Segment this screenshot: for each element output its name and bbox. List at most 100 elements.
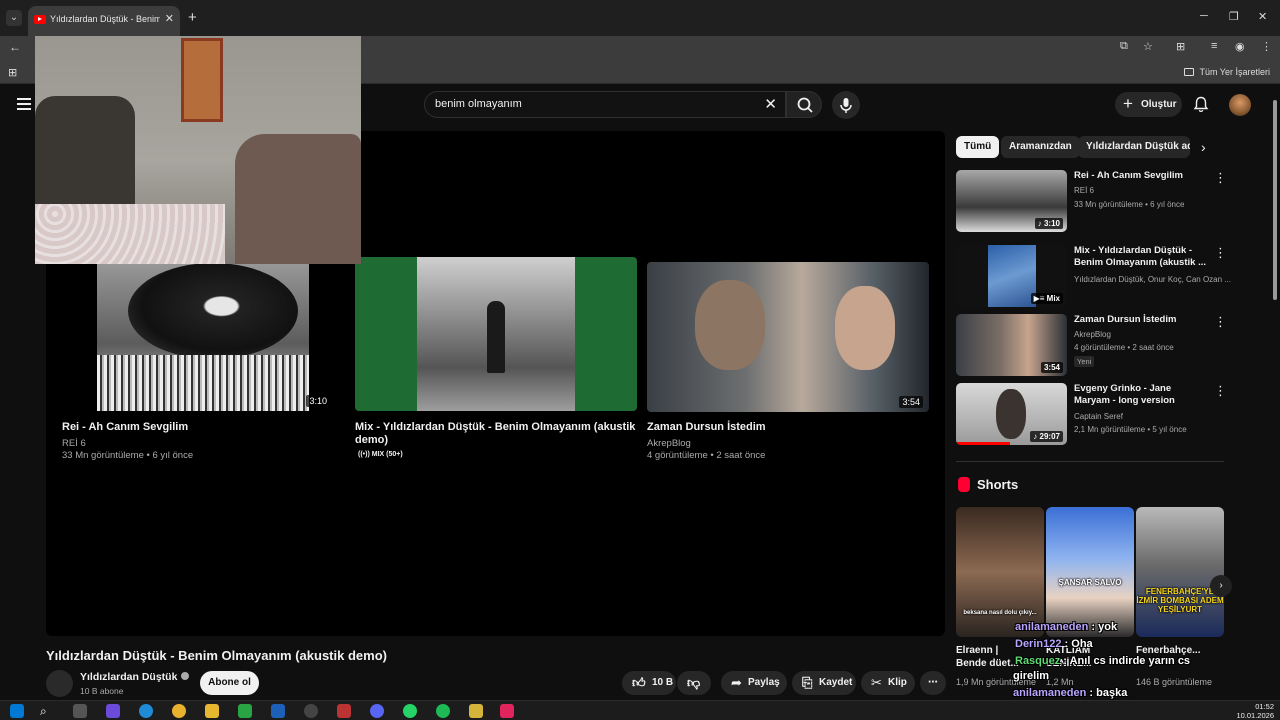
duration-badge: 3:54 <box>899 396 923 408</box>
mix-side-panel <box>575 257 637 411</box>
chip-from-search[interactable]: Aramanızdan <box>1001 136 1080 158</box>
folder-icon <box>1184 68 1195 76</box>
more-options-icon[interactable]: ⋮ <box>1214 245 1227 261</box>
more-options-icon[interactable]: ⋮ <box>1214 170 1227 186</box>
create-button[interactable]: + Oluştur <box>1115 92 1182 117</box>
spotify-icon[interactable] <box>436 704 450 718</box>
steam-icon[interactable] <box>304 704 318 718</box>
mic-icon <box>840 98 852 113</box>
edge-icon[interactable] <box>139 704 153 718</box>
rec-channel: Yıldızlardan Düştük, Onur Koç, Can Ozan … <box>1074 275 1231 284</box>
voice-search-button[interactable] <box>832 91 860 119</box>
endscreen-title[interactable]: Zaman Dursun İstedim <box>647 421 929 434</box>
channel-name[interactable]: Yıldızlardan Düştük <box>80 671 190 683</box>
file-explorer-icon[interactable] <box>205 704 219 718</box>
taskbar: ⌕ 01:52 10.01.2026 <box>0 700 1280 720</box>
app-icon[interactable] <box>337 704 351 718</box>
duration-badge: 3:54 <box>1040 362 1063 373</box>
rec-meta: 4 görüntüleme • 2 saat önce <box>1074 343 1174 352</box>
tab-search-menu-icon[interactable]: ⌄ <box>6 10 22 26</box>
chrome-menu-icon[interactable]: ⋮ <box>1261 40 1272 53</box>
actress-face-image <box>835 286 895 370</box>
tab-close-icon[interactable]: ✕ <box>165 12 174 25</box>
profile-icon[interactable]: ◉ <box>1235 40 1245 53</box>
endscreen-card[interactable]: 3:54 <box>647 262 929 412</box>
shorts-icon <box>958 477 970 492</box>
dislike-button[interactable]: 👎︎ <box>677 671 711 695</box>
endscreen-mix-card[interactable] <box>355 257 637 411</box>
share-button[interactable]: ➦ Paylaş <box>721 671 787 695</box>
minimize-icon[interactable]: ─ <box>1200 10 1208 22</box>
save-icon: ⎘ <box>802 675 813 690</box>
duration-badge: ▶≡ Mix <box>1030 293 1063 304</box>
short-views: 146 B görüntüleme <box>1136 677 1213 687</box>
save-button[interactable]: ⎘ Kaydet <box>792 671 856 695</box>
duration-badge: ♪ 29:07 <box>1030 431 1063 442</box>
endscreen-title[interactable]: Mix - Yıldızlardan Düştük - Benim Olmaya… <box>355 421 637 447</box>
browser-tab[interactable]: Yıldızlardan Düştük - Benim Ol... ✕ <box>28 6 180 36</box>
search-button[interactable] <box>786 91 822 118</box>
chevron-right-icon[interactable]: › <box>1201 139 1206 155</box>
extensions-icon[interactable]: ⊞ <box>1176 40 1185 53</box>
short-card[interactable]: FENERBAHÇE'YE İZMİR BOMBASI ADEM YEŞİLYU… <box>1136 507 1224 637</box>
video-title: Yıldızlardan Düştük - Benim Olmayanım (a… <box>46 648 387 663</box>
chip-all[interactable]: Tümü <box>956 136 1000 158</box>
media-control-icon[interactable]: ≡ <box>1211 40 1217 52</box>
bookmark-star-icon[interactable]: ☆ <box>1143 40 1153 53</box>
install-app-icon[interactable]: ⧉ <box>1120 40 1128 53</box>
video-thumbnail <box>417 257 575 411</box>
rec-title: Mix - Yıldızlardan Düştük - Benim Olmaya… <box>1074 245 1206 268</box>
short-caption: beksana nasıl dolu çıkıy... <box>963 610 1037 616</box>
portrait-image <box>996 389 1026 439</box>
rec-channel: REİ 6 <box>1074 186 1095 195</box>
subscribe-button[interactable]: Abone ol <box>200 671 259 695</box>
close-window-icon[interactable]: ✕ <box>1258 10 1267 23</box>
chat-message: Rasquez : Anıl cs indirde yarın cs <box>1015 655 1190 667</box>
channel-avatar[interactable] <box>46 670 73 697</box>
like-button[interactable]: 👍︎ 10 B <box>622 671 676 695</box>
new-tab-icon[interactable]: + <box>188 9 197 26</box>
clip-button[interactable]: ✂ Klip <box>861 671 915 695</box>
tab-title: Yıldızlardan Düştük - Benim Ol... <box>50 14 160 24</box>
more-options-icon[interactable]: ⋮ <box>1214 383 1227 399</box>
clear-search-icon[interactable]: ✕ <box>764 95 777 113</box>
account-avatar[interactable] <box>1229 94 1251 116</box>
actor-face-image <box>695 280 765 370</box>
short-card[interactable]: beksana nasıl dolu çıkıy... <box>956 507 1044 637</box>
chat-text: : yok <box>1088 621 1118 633</box>
rec-channel: AkrepBlog <box>1074 330 1111 339</box>
endscreen-title[interactable]: Rei - Ah Canım Sevgilim <box>62 421 322 434</box>
whatsapp-icon[interactable] <box>403 704 417 718</box>
task-view-icon[interactable] <box>73 704 87 718</box>
app-icon[interactable] <box>500 704 514 718</box>
menu-icon[interactable] <box>17 98 31 113</box>
all-bookmarks[interactable]: Tüm Yer İşaretleri <box>1184 67 1270 77</box>
restore-icon[interactable]: ❐ <box>1229 10 1239 23</box>
windows-start-icon[interactable] <box>10 704 24 718</box>
chat-message: Derin122 : Oha <box>1015 638 1093 650</box>
back-icon[interactable]: ← <box>9 40 21 54</box>
search-icon[interactable]: ⌕ <box>40 704 54 718</box>
bell-icon[interactable] <box>1193 96 1209 113</box>
chat-user: anilamaneden <box>1013 687 1087 699</box>
chip-channel[interactable]: Yıldızlardan Düştük adlı <box>1078 136 1190 158</box>
apps-icon[interactable]: ⊞ <box>8 66 17 79</box>
rec-title: Evgeny Grinko - Jane Maryam - long versi… <box>1074 383 1175 406</box>
chevron-right-icon[interactable]: › <box>1210 575 1232 597</box>
more-options-icon[interactable]: ⋮ <box>1214 314 1227 330</box>
more-actions-button[interactable]: ⋯ <box>920 671 946 695</box>
short-card[interactable]: ŞANSAR SALVO <box>1046 507 1134 637</box>
discord-icon[interactable] <box>370 704 384 718</box>
chrome-icon[interactable] <box>172 704 186 718</box>
copilot-icon[interactable] <box>106 704 120 718</box>
app-icon[interactable] <box>469 704 483 718</box>
mix-icon: ((•)) <box>358 451 372 458</box>
scrollbar-thumb[interactable] <box>1273 100 1277 300</box>
create-label: Oluştur <box>1141 99 1177 110</box>
chat-user: anilamaneden <box>1015 621 1089 633</box>
endscreen-card[interactable]: 3:10 <box>46 257 336 411</box>
mail-icon[interactable] <box>271 704 285 718</box>
taskbar-clock[interactable]: 01:52 10.01.2026 <box>1236 702 1274 720</box>
store-icon[interactable] <box>238 704 252 718</box>
search-input[interactable]: benim olmayanım ✕ <box>424 91 786 118</box>
